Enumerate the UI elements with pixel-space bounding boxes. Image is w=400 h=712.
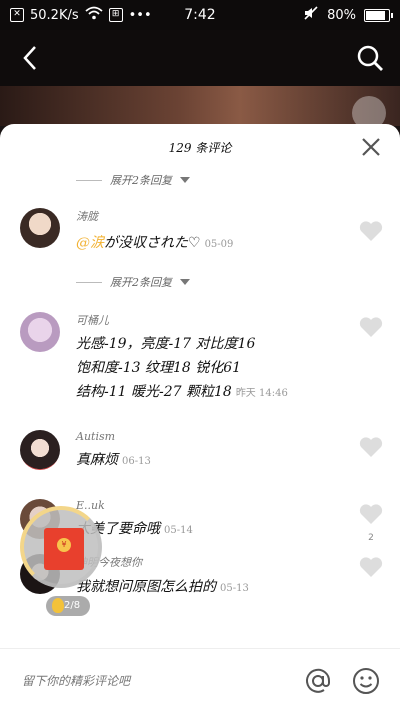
comment-text: @涙が没収された♡ 05-09 [76, 230, 382, 258]
comment-body: 可桶儿 光感-19，亮度-17 对比度16 饱和度-13 纹理18 锐化61 结… [76, 312, 382, 406]
comment-time: 05-14 [164, 525, 193, 536]
comment-text: 真麻烦 06-13 [76, 447, 382, 475]
emoji-icon [353, 667, 379, 694]
avatar[interactable] [20, 208, 60, 248]
comment-time: 05-09 [204, 239, 234, 250]
divider [76, 281, 102, 283]
notification-icon: ✕ [10, 8, 24, 22]
like-button[interactable]: 2 [358, 503, 384, 543]
status-bar: ✕ 50.2K/s ⊞ ••• 7:42 80% [0, 0, 400, 30]
mention-button[interactable] [302, 665, 334, 697]
red-envelope-widget[interactable]: ¥ [20, 506, 102, 588]
top-bar [0, 30, 400, 86]
search-icon [357, 45, 383, 71]
heart-icon [359, 437, 383, 457]
like-count: 2 [368, 533, 374, 543]
avatar[interactable] [20, 430, 60, 470]
avatar[interactable] [20, 312, 60, 352]
comment-item: 可桶儿 光感-19，亮度-17 对比度16 饱和度-13 纹理18 锐化61 结… [0, 312, 400, 406]
at-icon [306, 668, 331, 693]
like-button[interactable] [358, 436, 384, 460]
battery-level: 80% [327, 7, 356, 23]
battery-icon [364, 8, 393, 22]
like-button[interactable] [358, 556, 384, 580]
comment-content: 真麻烦 [76, 452, 118, 468]
heart-icon [359, 317, 383, 337]
comment-input-bar: 留下你的精彩评论吧 [0, 648, 400, 712]
expand-replies-button[interactable]: 展开2条回复 [0, 170, 400, 190]
comment-body: 神明今夜想你 我就想问原图怎么拍的 05-13 [76, 554, 382, 602]
comment-count-title: 129 条评论 [168, 140, 232, 155]
comment-input[interactable]: 留下你的精彩评论吧 [22, 672, 286, 689]
close-icon [362, 138, 380, 156]
comment-body: E..uk 太美了要命哦 05-14 [76, 499, 382, 544]
like-button[interactable] [358, 220, 384, 244]
heart-icon [359, 504, 383, 524]
comment-content: 我就想问原图怎么拍的 [76, 579, 216, 595]
comment-line: 光感-19，亮度-17 对比度16 [76, 336, 256, 352]
chevron-down-icon [180, 279, 190, 285]
search-button[interactable] [354, 42, 386, 74]
comment-content: が没収された♡ [104, 235, 201, 251]
comment-item: 涛胧 @涙が没収された♡ 05-09 [0, 208, 400, 258]
net-speed: 50.2K/s [30, 7, 79, 23]
golden-egg-icon [52, 598, 64, 613]
comment-username[interactable]: E..uk [76, 499, 382, 512]
comment-line: 饱和度-13 纹理18 锐化61 [76, 360, 242, 376]
emoji-button[interactable] [350, 665, 382, 697]
comment-body: 涛胧 @涙が没収された♡ 05-09 [76, 208, 382, 258]
status-left: ✕ 50.2K/s ⊞ ••• [10, 6, 152, 24]
wifi-icon [85, 6, 103, 24]
close-button[interactable] [360, 136, 382, 158]
comment-text: 我就想问原图怎么拍的 05-13 [76, 574, 382, 602]
comment-line: 结构-11 暖光-27 颗粒18 昨天 14:46 [76, 380, 382, 406]
expand-replies-label: 展开2条回复 [110, 174, 172, 187]
app-notification-icon: ⊞ [108, 8, 123, 22]
expand-replies-label: 展开2条回复 [110, 276, 172, 289]
more-notifications-icon: ••• [128, 7, 152, 23]
comment-text: 太美了要命哦 05-14 [76, 516, 382, 544]
chevron-down-icon [180, 177, 190, 183]
comment-time: 05-13 [220, 583, 249, 594]
coin-seal-icon: ¥ [57, 538, 71, 552]
comment-sheet: 129 条评论 展开2条回复 涛胧 @涙が没収された♡ 05-09 展开2条回复 … [0, 124, 400, 712]
comment-username[interactable]: 可桶儿 [76, 312, 382, 328]
comment-username[interactable]: Autism [76, 430, 382, 443]
divider [76, 179, 102, 181]
back-button[interactable] [14, 42, 46, 74]
comment-text: 光感-19，亮度-17 对比度16 饱和度-13 纹理18 锐化61 结构-11… [76, 332, 382, 406]
sheet-header: 129 条评论 [0, 124, 400, 170]
heart-icon [359, 557, 383, 577]
comment-username[interactable]: 涛胧 [76, 208, 382, 224]
mention-link[interactable]: @涙 [76, 235, 104, 251]
comment-time: 昨天 14:46 [235, 388, 288, 399]
comment-time: 06-13 [122, 456, 151, 467]
like-button[interactable] [358, 316, 384, 340]
mute-icon [303, 5, 319, 25]
status-right: 80% [303, 5, 393, 25]
heart-icon [359, 221, 383, 241]
comment-item: Autism 真麻烦 06-13 [0, 430, 400, 475]
red-envelope-icon: ¥ [44, 528, 84, 570]
comment-username[interactable]: 神明今夜想你 [76, 554, 382, 570]
video-background [0, 86, 400, 126]
back-arrow-icon [23, 46, 36, 70]
expand-replies-button[interactable]: 展开2条回复 [0, 272, 400, 292]
comment-body: Autism 真麻烦 06-13 [76, 430, 382, 475]
comment-line-text: 结构-11 暖光-27 颗粒18 [76, 384, 232, 400]
